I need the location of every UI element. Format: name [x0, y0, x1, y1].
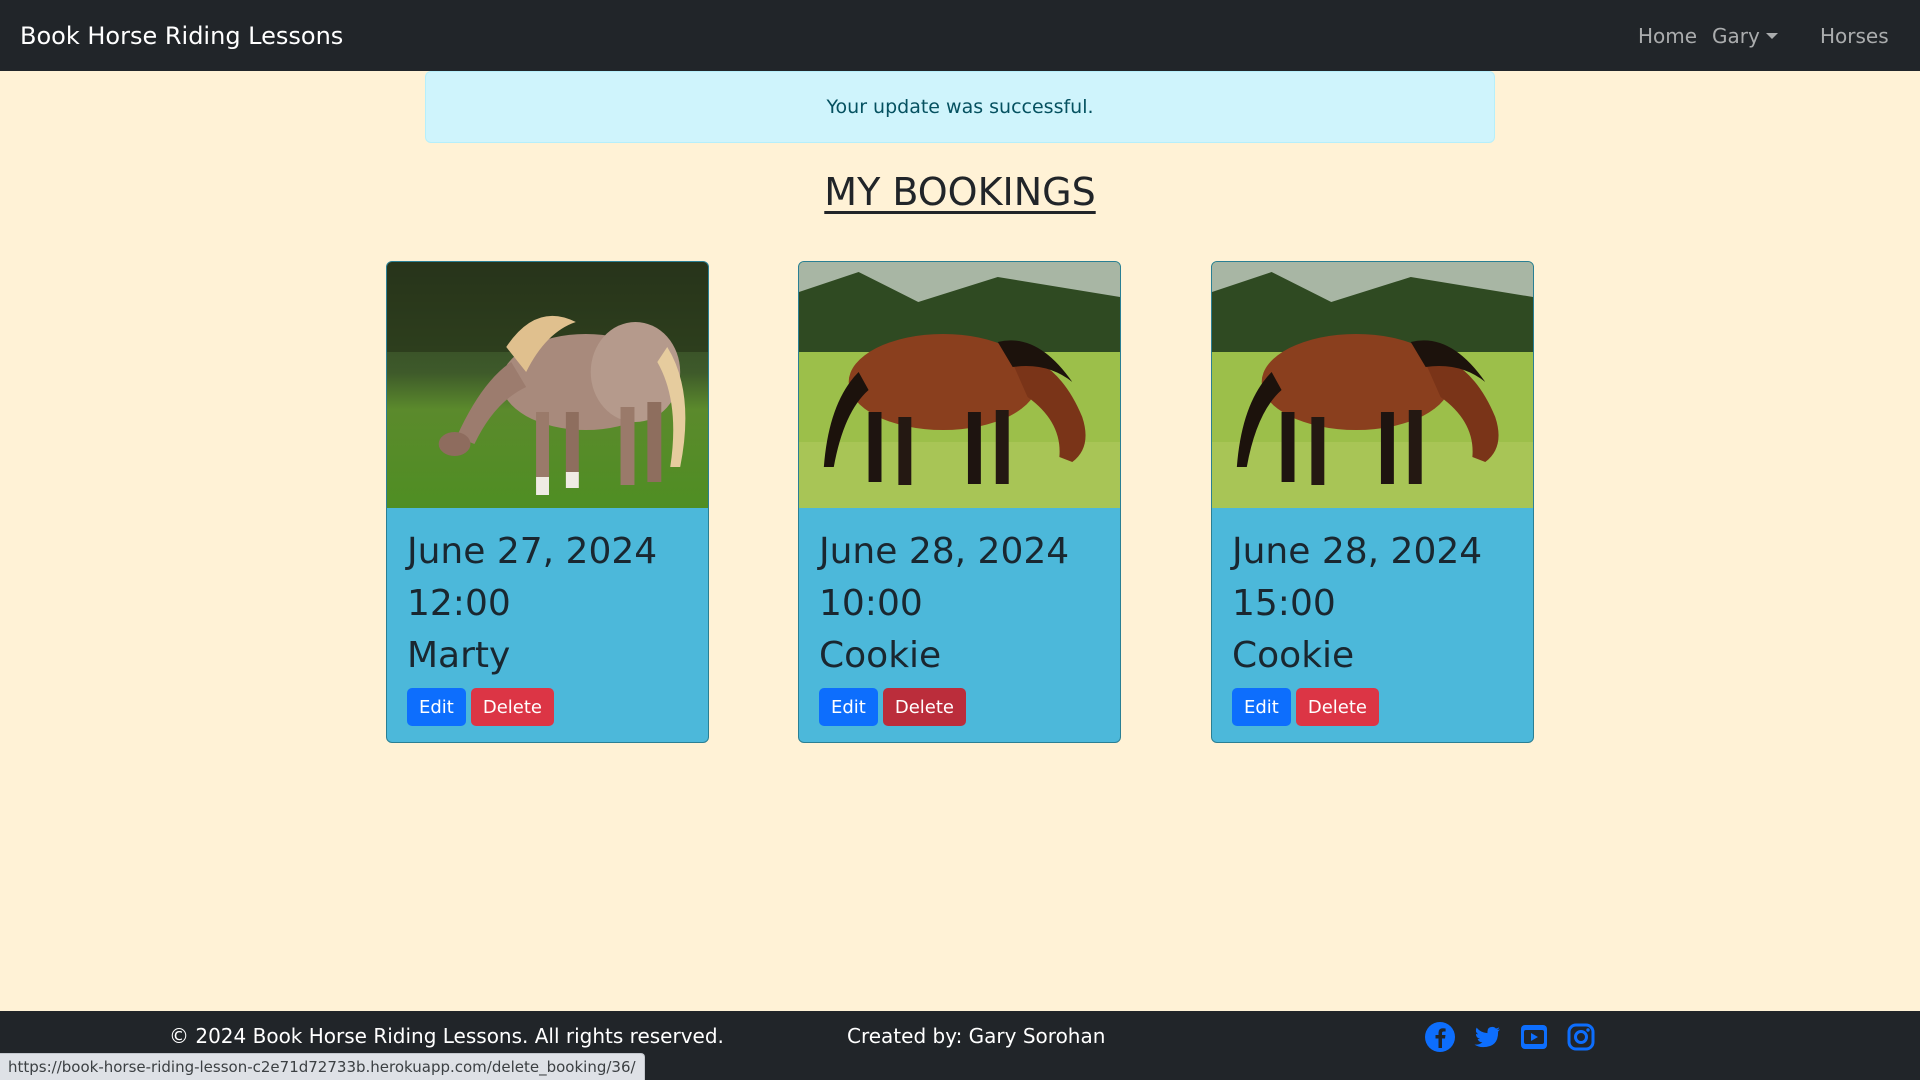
booking-time: 10:00 — [819, 583, 923, 624]
booking-horse: Marty — [407, 635, 511, 676]
card-body: June 28, 2024 10:00 Cookie Edit Delete — [799, 508, 1120, 726]
facebook-icon[interactable] — [1424, 1021, 1456, 1053]
delete-button[interactable]: Delete — [470, 688, 555, 726]
booking-horse: Cookie — [819, 635, 942, 676]
booking-card: June 28, 2024 10:00 Cookie Edit Delete — [798, 261, 1121, 743]
booking-date: June 27, 2024 — [407, 531, 658, 572]
nav-user-label: Gary — [1712, 23, 1760, 48]
page-title: MY BOOKINGS — [824, 170, 1096, 214]
chevron-down-icon — [1765, 32, 1778, 39]
card-body: June 27, 2024 12:00 Marty Edit Delete — [387, 508, 708, 726]
social-links — [1424, 1021, 1597, 1053]
instagram-icon[interactable] — [1565, 1021, 1597, 1053]
nav-user-dropdown[interactable]: Gary — [1712, 0, 1778, 71]
booking-date: June 28, 2024 — [1232, 531, 1483, 572]
twitter-icon[interactable] — [1471, 1021, 1503, 1053]
delete-button[interactable]: Delete — [882, 688, 967, 726]
horse-image — [799, 262, 1120, 508]
nav-home-link[interactable]: Home — [1638, 0, 1697, 71]
navbar: Book Horse Riding Lessons Home Gary Hors… — [0, 0, 1920, 71]
youtube-icon[interactable] — [1518, 1021, 1550, 1053]
booking-time: 15:00 — [1232, 583, 1336, 624]
booking-date: June 28, 2024 — [819, 531, 1070, 572]
booking-card: June 28, 2024 15:00 Cookie Edit Delete — [1211, 261, 1534, 743]
card-body: June 28, 2024 15:00 Cookie Edit Delete — [1212, 508, 1533, 726]
edit-button[interactable]: Edit — [819, 688, 878, 726]
horse-image — [387, 262, 708, 508]
nav-horses-link[interactable]: Horses — [1820, 0, 1889, 71]
brand-link[interactable]: Book Horse Riding Lessons — [20, 0, 343, 71]
link-status-bar: https://book-horse-riding-lesson-c2e71d7… — [0, 1053, 645, 1080]
horse-image — [1212, 262, 1533, 508]
edit-button[interactable]: Edit — [1232, 688, 1291, 726]
booking-card: June 27, 2024 12:00 Marty Edit Delete — [386, 261, 709, 743]
delete-button[interactable]: Delete — [1295, 688, 1380, 726]
edit-button[interactable]: Edit — [407, 688, 466, 726]
booking-time: 12:00 — [407, 583, 511, 624]
success-alert: Your update was successful. — [425, 71, 1495, 143]
alert-message: Your update was successful. — [826, 96, 1094, 118]
booking-horse: Cookie — [1232, 635, 1355, 676]
footer-credit: Created by: Gary Sorohan — [847, 1024, 1106, 1048]
